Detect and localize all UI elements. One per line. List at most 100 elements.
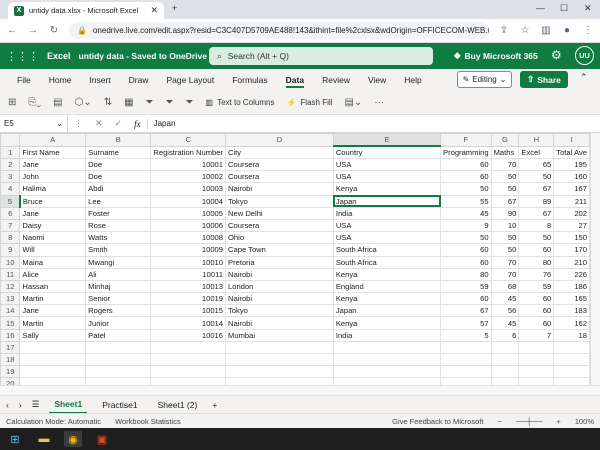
column-header[interactable]: H [518, 133, 555, 147]
reload-icon[interactable]: ↻ [48, 25, 60, 36]
share-button[interactable]: ⇧ Share [520, 71, 568, 88]
row-header[interactable]: 6 [0, 206, 21, 220]
cell[interactable] [332, 340, 442, 355]
row-header[interactable]: 7 [0, 218, 21, 233]
cell[interactable]: 210 [553, 255, 590, 269]
workbook-stats[interactable]: Workbook Statistics [115, 417, 181, 426]
row-header[interactable]: 4 [0, 182, 21, 196]
cell[interactable]: Total Ave [553, 145, 590, 159]
row-header[interactable]: 18 [0, 352, 21, 367]
select-all-corner[interactable] [0, 133, 21, 147]
cell[interactable]: 65 [518, 157, 555, 172]
cell[interactable] [490, 365, 520, 379]
cell[interactable]: 56 [490, 304, 520, 318]
cell[interactable]: 50 [490, 170, 520, 184]
cell[interactable] [85, 377, 152, 385]
row-header[interactable]: 8 [0, 231, 21, 245]
cell[interactable] [19, 340, 87, 355]
column-header[interactable]: F [440, 133, 492, 147]
row-header[interactable]: 3 [0, 170, 21, 184]
cell[interactable] [553, 352, 590, 367]
cell[interactable]: 170 [553, 243, 590, 257]
row-header[interactable]: 1 [0, 145, 21, 159]
tab-page-layout[interactable]: Page Layout [158, 69, 224, 90]
cell[interactable]: Bruce [19, 194, 87, 208]
cell[interactable]: Daisy [19, 218, 87, 233]
cell[interactable]: 59 [518, 279, 555, 294]
cell[interactable]: Nairobi [225, 182, 334, 196]
cell[interactable] [332, 365, 442, 379]
cell[interactable] [85, 340, 152, 355]
cell[interactable]: Naomi [19, 231, 87, 245]
horizontal-scrollbar[interactable] [0, 385, 600, 395]
row-header[interactable]: 19 [0, 365, 21, 379]
cell[interactable] [225, 352, 334, 367]
tab-home[interactable]: Home [40, 69, 81, 90]
cell[interactable]: 50 [490, 243, 520, 257]
cell[interactable]: USA [332, 218, 442, 233]
cell[interactable] [518, 365, 555, 379]
cell[interactable]: Jane [19, 157, 87, 172]
profile-icon[interactable]: ● [561, 25, 573, 36]
cell[interactable]: 50 [440, 182, 492, 196]
column-header[interactable]: C [150, 133, 227, 147]
cell[interactable]: 67 [518, 206, 555, 220]
cell[interactable]: 80 [440, 267, 492, 281]
tab-file[interactable]: File [8, 69, 40, 90]
cell[interactable]: 60 [440, 157, 492, 172]
cell[interactable]: Patel [85, 328, 152, 342]
cell[interactable] [553, 365, 590, 379]
cell[interactable]: 226 [553, 267, 590, 281]
next-sheet-icon[interactable]: › [19, 400, 22, 410]
cell[interactable]: 160 [553, 170, 590, 184]
cell[interactable]: 89 [518, 194, 555, 208]
cell[interactable]: 90 [490, 206, 520, 220]
cell[interactable]: 10008 [150, 231, 227, 245]
data-validation-icon[interactable]: ▤⌄ [344, 97, 362, 108]
buy-microsoft-365-button[interactable]: ◆ Buy Microsoft 365 [454, 50, 538, 61]
cell[interactable]: 60 [440, 292, 492, 306]
cell[interactable] [490, 352, 520, 367]
cell[interactable]: Coursera [225, 170, 334, 184]
cell[interactable]: 57 [440, 316, 492, 330]
url-field[interactable]: 🔒 onedrive.live.com/edit.aspx?resid=C3C4… [69, 22, 489, 39]
all-sheets-icon[interactable]: ☰ [32, 399, 40, 410]
cell[interactable]: England [332, 279, 442, 294]
windows-start-icon[interactable]: ⊞ [6, 431, 24, 447]
cell[interactable]: India [332, 206, 442, 220]
cell[interactable]: 18 [553, 328, 590, 342]
reapply-filter-icon[interactable]: ⏷ [186, 97, 194, 108]
cell[interactable]: 60 [440, 255, 492, 269]
cell[interactable]: 183 [553, 304, 590, 318]
minimize-icon[interactable]: — [536, 3, 545, 13]
calc-mode[interactable]: Calculation Mode: Automatic [6, 417, 101, 426]
cell[interactable] [518, 352, 555, 367]
sort-table-icon[interactable]: ▦ [124, 97, 133, 108]
browser-tab[interactable]: X untidy data.xlsx - Microsoft Excel ✕ [8, 2, 164, 19]
cell[interactable]: USA [332, 157, 442, 172]
cell[interactable]: Nairobi [225, 267, 334, 281]
column-header[interactable]: G [490, 133, 520, 147]
cell[interactable]: Martin [19, 316, 87, 330]
cell[interactable]: Programming [440, 145, 492, 159]
row-header[interactable]: 2 [0, 157, 21, 172]
cell[interactable]: Surname [85, 145, 152, 159]
cell[interactable]: 59 [440, 279, 492, 294]
cell[interactable]: South Africa [332, 243, 442, 257]
cell[interactable]: Japan [332, 304, 442, 318]
cell[interactable]: 45 [440, 206, 492, 220]
cell[interactable]: 150 [553, 231, 590, 245]
cell[interactable]: Kenya [332, 292, 442, 306]
tab-view[interactable]: View [359, 69, 395, 90]
cell[interactable]: 8 [518, 218, 555, 233]
cell[interactable]: 167 [553, 182, 590, 196]
cell[interactable]: India [332, 328, 442, 342]
cell[interactable]: 80 [518, 255, 555, 269]
cell[interactable]: Jane [19, 206, 87, 220]
cell[interactable]: 9 [440, 218, 492, 233]
cell[interactable]: Jane [19, 304, 87, 318]
row-header[interactable]: 15 [0, 316, 21, 330]
get-data-icon[interactable]: ⎘⌄ [28, 97, 41, 108]
zoom-slider[interactable]: ──┼── [516, 417, 543, 426]
cell[interactable]: 67 [440, 304, 492, 318]
